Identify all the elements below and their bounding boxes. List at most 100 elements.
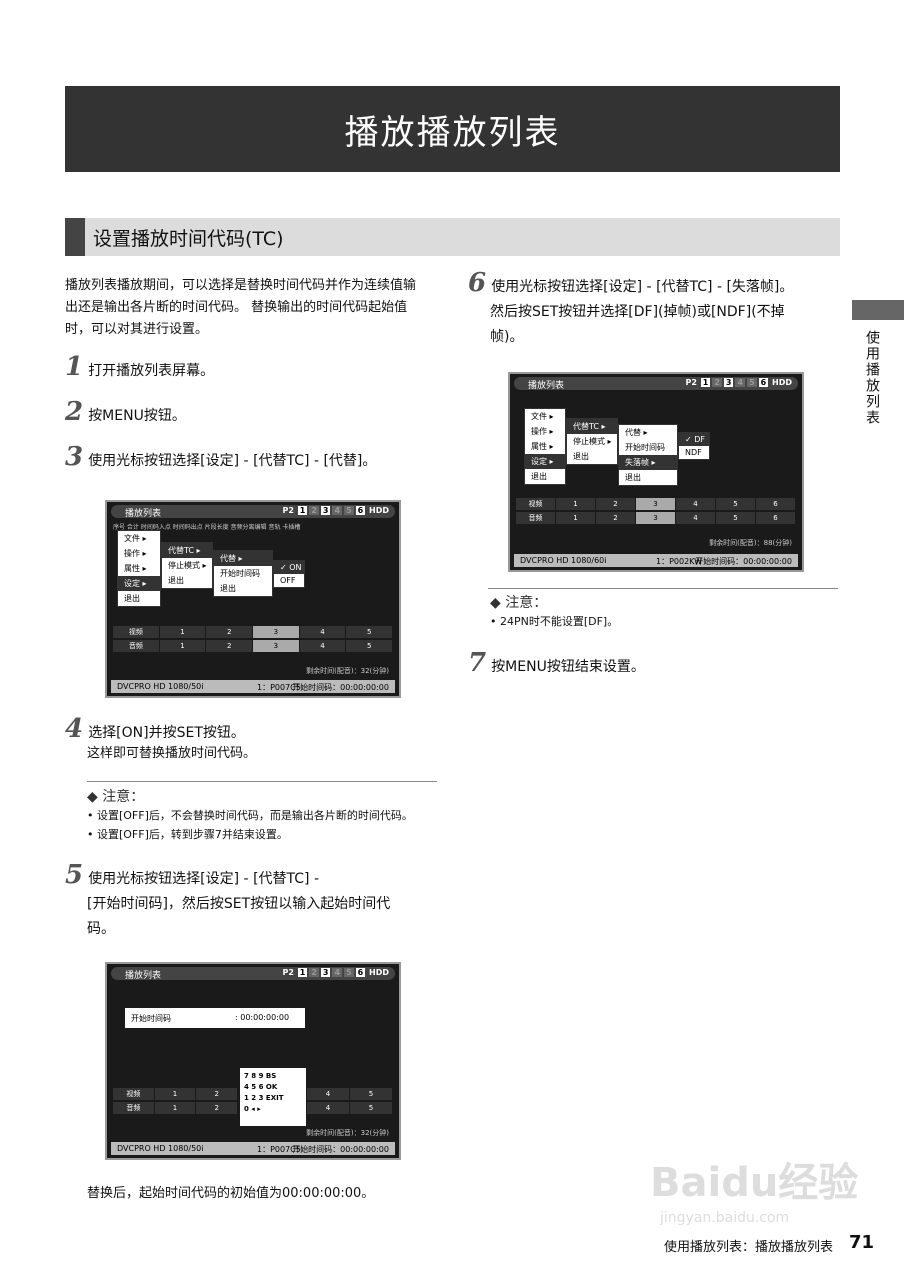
menu-item-exit[interactable]: 退出 <box>162 573 212 588</box>
menu-item-stop-mode[interactable]: 停止模式 ▸ <box>567 434 617 449</box>
video-track-row: 视频 1 2 3 4 5 6 <box>516 498 796 510</box>
slot-indicator: P2 123456 HDD <box>282 506 389 515</box>
menu-item-replace-tc[interactable]: 代替TC ▸ <box>567 419 617 434</box>
keypad-row[interactable]: 4 5 6 OK <box>244 1082 302 1093</box>
step-number: 5 <box>65 860 84 890</box>
step-7: 7 按MENU按钮结束设置。 <box>468 648 645 680</box>
slot-indicator: P2 123456 HDD <box>685 378 792 387</box>
audio-track-row: 音频 1 2 3 4 5 6 <box>516 512 796 524</box>
menu-item-exit[interactable]: 退出 <box>214 581 272 596</box>
video-track-row: 视频 1 2 <box>113 1088 239 1100</box>
audio-track-row: 音频 1 2 3 4 5 <box>113 640 394 652</box>
keypad-row[interactable]: 0 ◂ ▸ <box>244 1104 302 1115</box>
intro-line: 播放列表播放期间，可以选择是替换时间代码并作为连续值输 <box>65 278 417 293</box>
menu-item-start-tc[interactable]: 开始时间码 <box>619 440 677 455</box>
start-tc-dialog[interactable]: 开始时间码 : 00:00:00:00 <box>125 1008 305 1028</box>
screen-title-bar: 播放列表 P2 123456 HDD <box>111 505 395 519</box>
page-number: 71 <box>849 1232 875 1253</box>
note-title: ◆ 注意： <box>490 595 548 611</box>
step-text: 打开播放列表屏幕。 <box>88 363 215 379</box>
after-replace-text: 替换后，起始时间代码的初始值为00:00:00:00。 <box>87 1186 375 1201</box>
section-title: 设置播放时间代码(TC) <box>93 228 284 250</box>
slot-indicator: P2 123456 HDD <box>282 968 389 977</box>
section-header: 设置播放时间代码(TC) <box>65 218 840 256</box>
menu-item-property[interactable]: 属性 ▸ <box>118 561 160 576</box>
screen-footer: DVCPRO HD 1080/50i 1：P007C5 开始时间码：00:00:… <box>111 1142 395 1155</box>
menu-level-4[interactable]: ✓ DF NDF <box>678 432 710 460</box>
note-divider <box>87 781 437 782</box>
menu-item-replace-tc[interactable]: 代替TC ▸ <box>162 543 212 558</box>
step-3: 3 使用光标按钮选择[设定] - [代替TC] - [代替]。 <box>65 442 376 474</box>
step-text: 使用光标按钮选择[设定] - [代替TC] - [代替]。 <box>88 453 377 469</box>
remaining-time: 剩余时间(配音)：32(分钟) <box>306 1129 389 1137</box>
menu-item-df[interactable]: ✓ DF <box>679 433 709 446</box>
note-item: • 设置[OFF]后，转到步骤7并结束设置。 <box>87 828 288 841</box>
screen-title-bar: 播放列表 P2 123456 HDD <box>514 377 798 391</box>
page-banner-title: 播放播放列表 <box>65 86 840 172</box>
menu-item-start-tc[interactable]: 开始时间码 <box>214 566 272 581</box>
menu-item-on[interactable]: ✓ ON <box>274 561 304 574</box>
menu-level-2[interactable]: 代替TC ▸ 停止模式 ▸ 退出 <box>566 418 618 465</box>
step-text: 按MENU按钮。 <box>88 408 186 424</box>
menu-item-exit[interactable]: 退出 <box>567 449 617 464</box>
remaining-time: 剩余时间(配音)：88(分钟) <box>709 539 792 547</box>
menu-item-replace[interactable]: 代替 ▸ <box>619 425 677 440</box>
step-4-subtext: 这样即可替换播放时间代码。 <box>87 746 257 761</box>
menu-item-stop-mode[interactable]: 停止模式 ▸ <box>162 558 212 573</box>
menu-level-3[interactable]: 代替 ▸ 开始时间码 失落帧 ▸ 退出 <box>618 424 678 486</box>
note-title: ◆ 注意： <box>87 789 145 805</box>
note-divider <box>488 588 838 589</box>
screen-title: 播放列表 <box>125 971 162 981</box>
note-item: • 24PN时不能设置[DF]。 <box>490 615 619 628</box>
keypad-row[interactable]: 7 8 9 BS <box>244 1071 302 1082</box>
menu-item-replace[interactable]: 代替 ▸ <box>214 551 272 566</box>
screen-drop-frame-menu: 播放列表 P2 123456 HDD 文件 ▸ 操作 ▸ 属性 ▸ 设定 ▸ 退… <box>508 372 804 572</box>
menu-item-exit[interactable]: 退出 <box>525 469 565 484</box>
screen-title: 播放列表 <box>528 381 565 391</box>
dialog-label: 开始时间码 <box>131 1014 171 1023</box>
menu-item-ndf[interactable]: NDF <box>679 446 709 459</box>
menu-level-1[interactable]: 文件 ▸ 操作 ▸ 属性 ▸ 设定 ▸ 退出 <box>117 530 161 607</box>
keypad-row[interactable]: 1 2 3 EXIT <box>244 1093 302 1104</box>
menu-item-operation[interactable]: 操作 ▸ <box>525 424 565 439</box>
step-4: 4 选择[ON]并按SET按钮。 <box>65 714 245 746</box>
step-text: [开始时间码]，然后按SET按钮以输入起始时间代 <box>87 896 391 912</box>
menu-item-settings[interactable]: 设定 ▸ <box>118 576 160 591</box>
intro-paragraph: 播放列表播放期间，可以选择是替换时间代码并作为连续值输 出还是输出各片断的时间代… <box>65 275 445 341</box>
menu-item-file[interactable]: 文件 ▸ <box>118 531 160 546</box>
menu-item-drop-frame[interactable]: 失落帧 ▸ <box>619 455 677 470</box>
menu-item-exit[interactable]: 退出 <box>619 470 677 485</box>
step-number: 2 <box>65 397 84 427</box>
side-tab-marker <box>852 300 904 320</box>
baidu-watermark-url: jingyan.baidu.com <box>660 1210 790 1226</box>
dialog-value[interactable]: : 00:00:00:00 <box>235 1013 289 1022</box>
step-5: 5 使用光标按钮选择[设定] - [代替TC] - [开始时间码]，然后按SET… <box>65 860 435 942</box>
step-number: 1 <box>65 352 84 382</box>
intro-line: 出还是输出各片断的时间代码。 替换输出的时间代码起始值 <box>65 300 408 315</box>
menu-item-settings[interactable]: 设定 ▸ <box>525 454 565 469</box>
menu-item-off[interactable]: OFF <box>274 574 304 587</box>
remaining-time: 剩余时间(配音)：32(分钟) <box>306 667 389 675</box>
footer-text: 使用播放列表：播放播放列表 <box>664 1240 834 1255</box>
menu-level-3[interactable]: 代替 ▸ 开始时间码 退出 <box>213 550 273 597</box>
note-list: • 24PN时不能设置[DF]。 <box>490 612 618 631</box>
step-text: 选择[ON]并按SET按钮。 <box>88 725 245 741</box>
menu-item-property[interactable]: 属性 ▸ <box>525 439 565 454</box>
menu-item-operation[interactable]: 操作 ▸ <box>118 546 160 561</box>
menu-item-file[interactable]: 文件 ▸ <box>525 409 565 424</box>
side-chapter-label: 使用播放列表 <box>864 330 880 426</box>
step-number: 3 <box>65 442 84 472</box>
menu-level-2[interactable]: 代替TC ▸ 停止模式 ▸ 退出 <box>161 542 213 589</box>
screen-playlist-menu: 播放列表 P2 123456 HDD 序号 合计 时间码入点 时间码出点 片段长… <box>105 500 401 698</box>
menu-level-1[interactable]: 文件 ▸ 操作 ▸ 属性 ▸ 设定 ▸ 退出 <box>524 408 566 485</box>
step-text: 然后按SET按钮并选择[DF](掉帧)或[NDF](不掉 <box>490 304 785 320</box>
step-2: 2 按MENU按钮。 <box>65 397 186 429</box>
screen-footer: DVCPRO HD 1080/60i 1：P002KW 开始时间码：00:00:… <box>514 554 798 567</box>
step-text: 使用光标按钮选择[设定] - [代替TC] - [失落帧]。 <box>491 279 794 295</box>
intro-line: 时，可以对其进行设置。 <box>65 322 209 337</box>
step-text: 码。 <box>87 921 115 937</box>
numeric-keypad[interactable]: 7 8 9 BS 4 5 6 OK 1 2 3 EXIT 0 ◂ ▸ <box>240 1068 306 1126</box>
menu-item-exit[interactable]: 退出 <box>118 591 160 606</box>
menu-level-4[interactable]: ✓ ON OFF <box>273 560 305 588</box>
step-6: 6 使用光标按钮选择[设定] - [代替TC] - [失落帧]。 然后按SET按… <box>468 268 848 350</box>
